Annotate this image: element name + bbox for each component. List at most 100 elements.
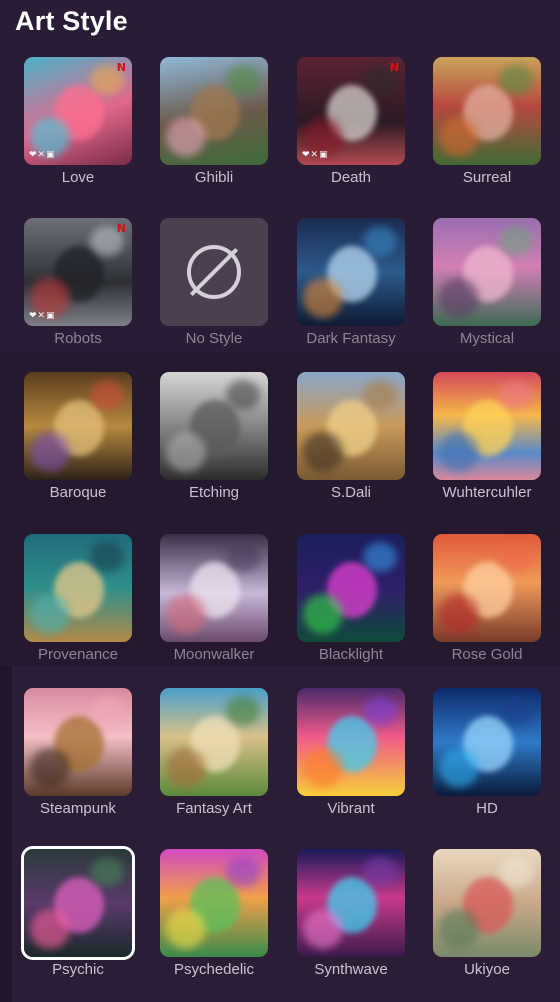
art-style-s-dali[interactable]: S.Dali bbox=[283, 372, 419, 522]
volcano-art bbox=[433, 57, 541, 165]
art-style-wuhtercuhler[interactable]: Wuhtercuhler bbox=[419, 372, 555, 522]
art-style-label: Death bbox=[330, 169, 372, 186]
art-style-label: HD bbox=[476, 800, 498, 817]
art-style-thumbnail bbox=[433, 57, 541, 165]
art-style-label: Ghibli bbox=[194, 169, 234, 186]
art-style-thumbnail bbox=[433, 372, 541, 480]
art-style-label: Blacklight bbox=[318, 646, 384, 663]
art-style-moonwalker[interactable]: Moonwalker bbox=[146, 534, 282, 684]
mountains-art bbox=[433, 849, 541, 957]
art-style-thumbnail bbox=[297, 688, 405, 796]
art-style-label: Provenance bbox=[37, 646, 119, 663]
art-style-label: Synthwave bbox=[314, 961, 388, 978]
overlay-icons: ❤✕▣ bbox=[29, 311, 56, 321]
art-style-rose-gold[interactable]: Rose Gold bbox=[419, 534, 555, 684]
art-style-label: Surreal bbox=[462, 169, 512, 186]
art-style-label: Robots bbox=[54, 330, 102, 347]
art-style-label: S.Dali bbox=[330, 484, 371, 501]
art-style-mystical[interactable]: Mystical bbox=[419, 218, 555, 368]
art-style-thumbnail bbox=[297, 534, 405, 642]
art-style-ghibli[interactable]: Ghibli bbox=[146, 57, 282, 207]
art-style-thumbnail bbox=[21, 846, 135, 960]
swirl-art bbox=[24, 534, 132, 642]
tower-art bbox=[160, 688, 268, 796]
art-style-psychedelic[interactable]: Psychedelic bbox=[146, 849, 282, 999]
art-style-label: Baroque bbox=[49, 484, 107, 501]
art-style-thumbnail: N ❤✕▣ bbox=[24, 218, 132, 326]
art-style-robots[interactable]: N ❤✕▣ Robots bbox=[10, 218, 146, 368]
art-style-label: Mystical bbox=[459, 330, 515, 347]
art-style-thumbnail bbox=[297, 218, 405, 326]
art-style-thumbnail: N ❤✕▣ bbox=[297, 57, 405, 165]
retro-face-art bbox=[297, 849, 405, 957]
art-style-ukiyoe[interactable]: Ukiyoe bbox=[419, 849, 555, 999]
art-style-label: Rose Gold bbox=[451, 646, 523, 663]
art-style-thumbnail bbox=[24, 534, 132, 642]
art-style-vibrant[interactable]: Vibrant bbox=[283, 688, 419, 838]
art-style-thumbnail bbox=[160, 534, 268, 642]
art-style-thumbnail bbox=[433, 218, 541, 326]
art-style-fantasy-art[interactable]: Fantasy Art bbox=[146, 688, 282, 838]
neon-forest-art bbox=[297, 534, 405, 642]
art-style-label: Vibrant bbox=[327, 800, 375, 817]
sunset-art bbox=[433, 372, 541, 480]
ornate-art bbox=[24, 372, 132, 480]
ice-art bbox=[433, 688, 541, 796]
art-style-label: No Style bbox=[185, 330, 243, 347]
pagoda-art bbox=[433, 534, 541, 642]
art-style-love[interactable]: N ❤✕▣ Love bbox=[10, 57, 146, 207]
art-style-thumbnail: N ❤✕▣ bbox=[24, 57, 132, 165]
art-style-thumbnail bbox=[160, 849, 268, 957]
art-style-label: Dark Fantasy bbox=[306, 330, 396, 347]
spirit-art bbox=[297, 218, 405, 326]
art-style-label: Etching bbox=[188, 484, 240, 501]
astronaut-art bbox=[160, 534, 268, 642]
art-style-label: Ukiyoe bbox=[464, 961, 510, 978]
art-style-thumbnail bbox=[160, 688, 268, 796]
psychic-creature-art bbox=[24, 849, 132, 957]
art-style-label: Fantasy Art bbox=[176, 800, 252, 817]
brand-badge: N bbox=[116, 222, 126, 235]
art-style-no-style[interactable]: No Style bbox=[146, 218, 282, 368]
etching-art bbox=[160, 372, 268, 480]
art-style-dark-fantasy[interactable]: Dark Fantasy bbox=[283, 218, 419, 368]
art-style-psychic[interactable]: Psychic bbox=[10, 846, 146, 999]
art-style-provenance[interactable]: Provenance bbox=[10, 534, 146, 684]
art-style-death[interactable]: N ❤✕▣ Death bbox=[283, 57, 419, 207]
art-style-thumbnail bbox=[160, 218, 268, 326]
art-style-label: Moonwalker bbox=[173, 646, 255, 663]
overlay-icons: ❤✕▣ bbox=[302, 150, 329, 160]
art-style-baroque[interactable]: Baroque bbox=[10, 372, 146, 522]
overlay-icons: ❤✕▣ bbox=[29, 150, 56, 160]
art-style-thumbnail bbox=[433, 688, 541, 796]
art-style-thumbnail bbox=[433, 534, 541, 642]
art-style-thumbnail bbox=[160, 372, 268, 480]
art-style-blacklight[interactable]: Blacklight bbox=[283, 534, 419, 684]
art-style-thumbnail bbox=[297, 372, 405, 480]
art-style-hd[interactable]: HD bbox=[419, 688, 555, 838]
art-style-thumbnail bbox=[297, 849, 405, 957]
art-style-label: Psychic bbox=[52, 961, 104, 978]
brand-badge: N bbox=[116, 61, 126, 74]
art-style-etching[interactable]: Etching bbox=[146, 372, 282, 522]
flame-flower-art bbox=[297, 688, 405, 796]
prohibited-icon bbox=[160, 218, 268, 326]
art-style-thumbnail bbox=[433, 849, 541, 957]
dali-art bbox=[297, 372, 405, 480]
art-style-label: Wuhtercuhler bbox=[442, 484, 532, 501]
temple-art bbox=[433, 218, 541, 326]
castle-art bbox=[160, 57, 268, 165]
art-style-label: Love bbox=[61, 169, 95, 186]
art-style-steampunk[interactable]: Steampunk bbox=[10, 688, 146, 838]
art-style-synthwave[interactable]: Synthwave bbox=[283, 849, 419, 999]
art-style-thumbnail bbox=[160, 57, 268, 165]
art-style-thumbnail bbox=[24, 372, 132, 480]
steampunk-art bbox=[24, 688, 132, 796]
art-style-label: Psychedelic bbox=[173, 961, 255, 978]
art-style-grid: N ❤✕▣ Love Ghibli N ❤✕▣ Death Surreal N ❤✕▣ Robots… bbox=[0, 0, 560, 1002]
art-style-label: Steampunk bbox=[40, 800, 116, 817]
brand-badge: N bbox=[389, 61, 399, 74]
tree-art bbox=[160, 849, 268, 957]
art-style-thumbnail bbox=[24, 688, 132, 796]
art-style-surreal[interactable]: Surreal bbox=[419, 57, 555, 207]
